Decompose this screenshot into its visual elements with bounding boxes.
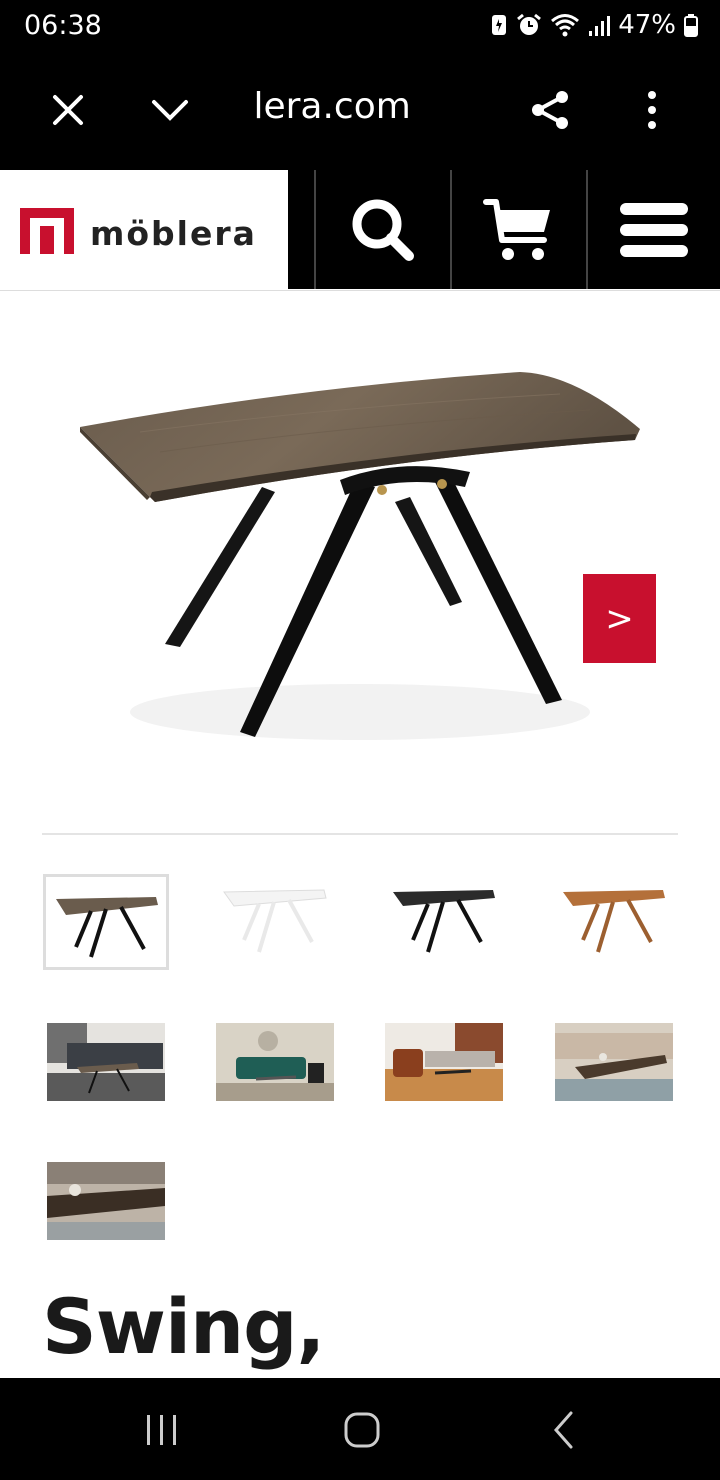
- signal-icon: [589, 16, 611, 36]
- header-actions: [288, 170, 720, 289]
- thumbnail-image: [555, 1023, 673, 1101]
- thumbnail-table-walnut[interactable]: [43, 874, 169, 970]
- site-header: möblera: [0, 170, 720, 291]
- header-spacer: [288, 170, 314, 289]
- menu-button[interactable]: [586, 170, 720, 289]
- browser-toolbar: lera.com: [0, 52, 720, 170]
- status-icons: 47%: [490, 10, 698, 40]
- gallery-next-button[interactable]: >: [583, 574, 656, 663]
- search-button[interactable]: [314, 170, 450, 289]
- thumbnail-image: [47, 1162, 165, 1240]
- battery-icon: [684, 14, 698, 37]
- more-vert-icon: [648, 91, 656, 129]
- chevron-down-icon: [152, 100, 188, 121]
- wifi-icon: [551, 14, 580, 37]
- site-logo[interactable]: möblera: [0, 170, 288, 289]
- thumbnail-room-5[interactable]: [47, 1162, 165, 1240]
- thumbnail-table-black[interactable]: [385, 880, 503, 958]
- menu-icon: [620, 202, 688, 257]
- cart-icon: [483, 198, 550, 260]
- share-icon: [532, 91, 568, 129]
- thumbnail-image: [47, 1023, 165, 1101]
- thumbnail-image: [216, 1023, 334, 1101]
- share-button[interactable]: [518, 78, 582, 142]
- logo-text: möblera: [90, 214, 257, 253]
- thumbnail-table-white[interactable]: [216, 880, 334, 958]
- product-title: Swing,: [42, 1282, 325, 1371]
- cart-button[interactable]: [450, 170, 586, 289]
- thumbnail-room-4[interactable]: [555, 1023, 673, 1101]
- thumbnail-table-oak[interactable]: [555, 880, 673, 958]
- product-main-image[interactable]: [0, 292, 720, 822]
- battery-saver-icon: [492, 15, 507, 35]
- expand-button[interactable]: [138, 78, 202, 142]
- gallery-divider: [42, 833, 678, 835]
- thumbnail-image: [393, 890, 495, 953]
- url-text[interactable]: lera.com: [242, 86, 410, 127]
- thumbnail-image: [223, 889, 327, 953]
- thumbnail-room-1[interactable]: [47, 1023, 165, 1101]
- home-icon: [344, 1412, 380, 1448]
- thumbnail-image: [385, 1023, 503, 1101]
- battery-percent: 47%: [618, 10, 676, 40]
- thumbnail-image: [563, 890, 665, 953]
- thumbnail-image: [56, 897, 158, 958]
- close-tab-button[interactable]: [36, 78, 100, 142]
- back-icon: [553, 1411, 573, 1449]
- status-time: 06:38: [24, 10, 102, 41]
- recent-apps-icon: [147, 1415, 176, 1445]
- back-button[interactable]: [524, 1400, 604, 1460]
- thumbnail-room-3[interactable]: [385, 1023, 503, 1101]
- close-icon: [53, 95, 83, 125]
- home-button[interactable]: [322, 1400, 402, 1460]
- logo-mark-icon: [20, 208, 74, 254]
- alarm-icon: [517, 13, 542, 35]
- search-icon: [352, 199, 414, 261]
- more-options-button[interactable]: [620, 78, 684, 142]
- thumbnail-room-2[interactable]: [216, 1023, 334, 1101]
- system-nav-bar: [0, 1378, 720, 1480]
- recent-apps-button[interactable]: [122, 1400, 202, 1460]
- status-bar: 06:38 47%: [0, 0, 720, 52]
